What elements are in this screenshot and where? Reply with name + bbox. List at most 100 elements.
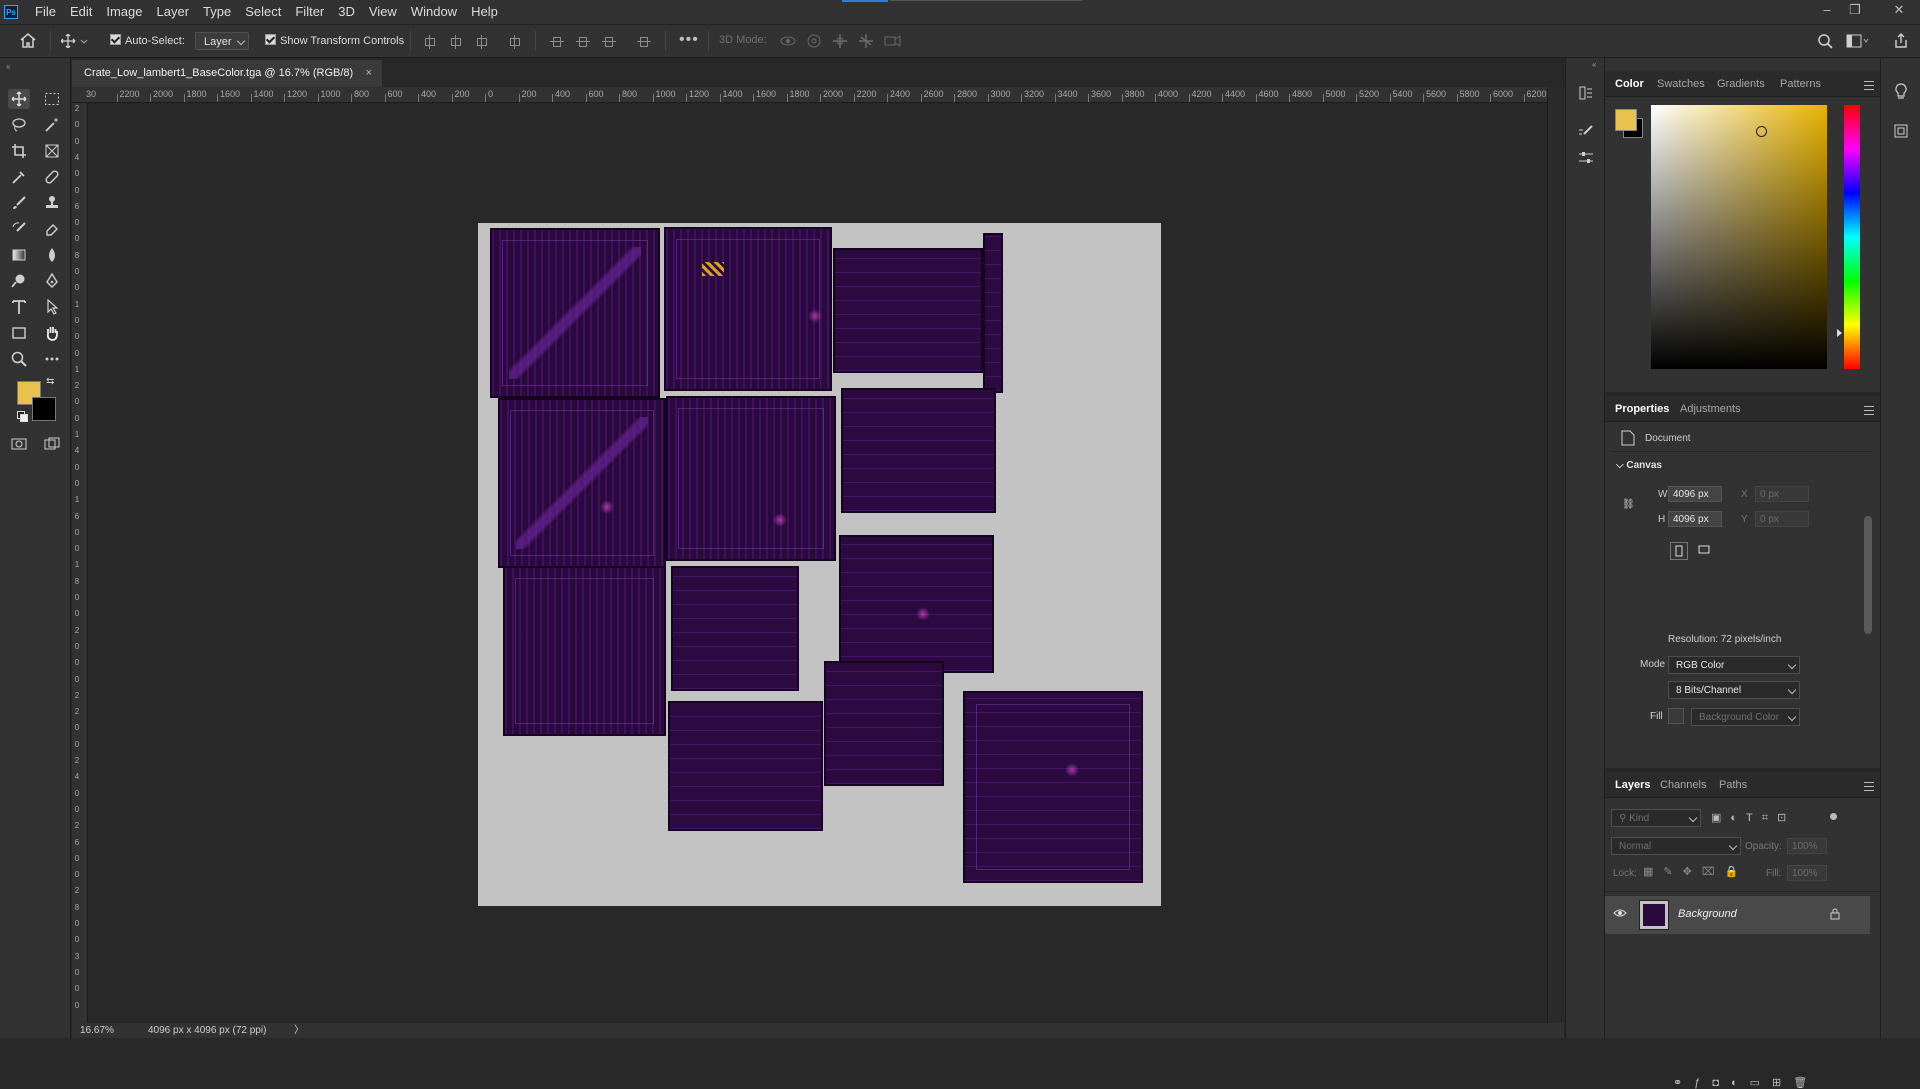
3d-orbit-icon[interactable] (780, 34, 796, 51)
menu-help[interactable]: Help (464, 0, 505, 24)
layer-actions-bar[interactable]: ⚭ƒ◘◐▭⊞🗑 (1673, 1076, 1819, 1089)
y-field[interactable]: 0 px (1755, 511, 1809, 527)
auto-select-target-dropdown[interactable]: Layer (195, 32, 249, 50)
healing-brush-tool-icon[interactable] (41, 167, 63, 187)
eyedropper-tool-icon[interactable] (8, 167, 30, 187)
home-icon[interactable] (20, 33, 36, 51)
fill-color-swatch[interactable] (1668, 708, 1684, 724)
search-icon[interactable] (1818, 34, 1833, 52)
document-canvas[interactable] (478, 223, 1161, 906)
menu-type[interactable]: Type (196, 0, 238, 24)
restore-button[interactable]: ❐ (1842, 0, 1868, 20)
quick-mask-icon[interactable] (8, 434, 30, 454)
panel-menu-icon[interactable] (1864, 406, 1874, 415)
marquee-tool-icon[interactable] (41, 89, 63, 109)
zoom-level[interactable]: 16.67% (80, 1023, 114, 1038)
swap-colors-icon[interactable]: ⇆ (46, 376, 54, 387)
libraries-icon[interactable] (1894, 123, 1908, 142)
crop-tool-icon[interactable] (8, 141, 30, 161)
layer-name[interactable]: Background (1678, 908, 1737, 920)
tab-color[interactable]: Color (1615, 71, 1644, 97)
panel-menu-icon[interactable] (1864, 782, 1874, 791)
default-colors-icon[interactable] (17, 411, 28, 422)
brush-settings-icon[interactable] (1578, 124, 1594, 143)
tab-layers[interactable]: Layers (1615, 772, 1650, 798)
layer-fill-field[interactable]: 100% (1787, 865, 1827, 881)
tab-channels[interactable]: Channels (1660, 772, 1706, 798)
align-top-icon[interactable] (550, 36, 564, 48)
x-field[interactable]: 0 px (1755, 486, 1809, 502)
menu-select[interactable]: Select (238, 0, 288, 24)
lock-icons[interactable]: ▦✎✥⌧🔒 (1643, 865, 1748, 878)
height-field[interactable]: 4096 px (1668, 511, 1722, 527)
hue-slider-handle[interactable] (1837, 329, 1842, 337)
frame-tool-icon[interactable] (41, 141, 63, 161)
properties-scrollbar[interactable] (1864, 516, 1872, 634)
portrait-orientation-button[interactable] (1670, 542, 1688, 560)
learn-icon[interactable] (1894, 83, 1908, 104)
panel-menu-icon[interactable] (1864, 81, 1874, 90)
type-tool-icon[interactable] (8, 297, 30, 317)
menu-view[interactable]: View (362, 0, 404, 24)
hue-slider[interactable] (1837, 105, 1860, 369)
layer-filter-icons[interactable]: ▣◐T⌗⊡ (1711, 811, 1795, 825)
dodge-tool-icon[interactable] (8, 271, 30, 291)
pen-tool-icon[interactable] (41, 271, 63, 291)
minimize-button[interactable]: – (1814, 0, 1840, 20)
workspace-icon[interactable] (1846, 34, 1870, 51)
bit-depth-dropdown[interactable]: 8 Bits/Channel (1668, 681, 1800, 699)
vertical-ruler[interactable]: 2 0 0 4 0 0 6 0 0 8 0 0 1 0 0 0 1 2 0 0 1 4 0 0 1 6 0 0 1 8 0 0 2 0 0 0 2 2 0 0… (72, 103, 88, 1023)
move-tool-icon[interactable] (8, 89, 30, 109)
more-options-icon[interactable]: ••• (679, 32, 699, 48)
menu-3d[interactable]: 3D (331, 0, 362, 24)
background-color-swatch[interactable] (32, 397, 56, 421)
link-dimensions-icon[interactable]: ⛓ (1622, 499, 1635, 510)
tab-paths[interactable]: Paths (1719, 772, 1747, 798)
tab-properties[interactable]: Properties (1615, 396, 1669, 422)
lasso-tool-icon[interactable] (8, 115, 30, 135)
color-picker-cursor[interactable] (1756, 126, 1767, 137)
color-field[interactable] (1651, 105, 1827, 369)
menu-layer[interactable]: Layer (150, 0, 197, 24)
menu-edit[interactable]: Edit (63, 0, 99, 24)
close-tab-button[interactable]: × (366, 60, 372, 87)
canvas-section-header[interactable]: ⌵ Canvas (1616, 460, 1662, 471)
color-panel-foreground-swatch[interactable] (1615, 109, 1637, 131)
menu-file[interactable]: File (28, 0, 63, 24)
align-bottom-icon[interactable] (602, 36, 616, 48)
distribute-horizontal-icon[interactable] (637, 36, 651, 48)
gradient-tool-icon[interactable] (8, 245, 30, 265)
collapse-toolbar-icon[interactable]: « (6, 62, 10, 71)
lock-icon[interactable] (1830, 908, 1840, 923)
tab-swatches[interactable]: Swatches (1657, 71, 1705, 97)
show-transform-checkbox[interactable]: Show Transform Controls (265, 34, 404, 47)
width-field[interactable]: 4096 px (1668, 486, 1722, 502)
menu-image[interactable]: Image (99, 0, 149, 24)
distribute-vertical-icon[interactable] (509, 35, 521, 49)
zoom-tool-icon[interactable] (8, 349, 30, 369)
layer-kind-filter[interactable]: ⚲ Kind (1611, 809, 1701, 827)
tab-patterns[interactable]: Patterns (1780, 71, 1821, 97)
close-window-button[interactable]: ✕ (1886, 0, 1912, 20)
path-selection-tool-icon[interactable] (41, 297, 63, 317)
align-right-icon[interactable] (476, 35, 488, 49)
clone-stamp-tool-icon[interactable] (41, 193, 63, 213)
menu-window[interactable]: Window (404, 0, 464, 24)
horizontal-ruler[interactable]: 30 2200 2000 1800 1600 1400 1200 1000 800 600 400 2… (86, 87, 1547, 103)
menu-filter[interactable]: Filter (288, 0, 331, 24)
layer-row[interactable]: Background (1605, 896, 1870, 934)
blur-tool-icon[interactable] (41, 245, 63, 265)
brush-tool-icon[interactable] (8, 193, 30, 213)
history-panel-icon[interactable] (1578, 85, 1594, 104)
auto-select-checkbox[interactable]: Auto-Select: (110, 34, 185, 47)
status-menu-arrow[interactable]: 〉 (294, 1023, 304, 1038)
expand-panels-icon[interactable]: « (1592, 60, 1596, 69)
share-icon[interactable] (1893, 33, 1909, 52)
eye-icon[interactable] (1613, 907, 1627, 922)
eraser-tool-icon[interactable] (41, 219, 63, 239)
align-horizontal-center-icon[interactable] (450, 35, 462, 49)
blend-mode-dropdown[interactable]: Normal (1611, 837, 1741, 855)
hand-tool-icon[interactable] (41, 323, 63, 343)
vertical-scrollbar[interactable] (1547, 87, 1565, 1023)
adjustments-sliders-icon[interactable] (1578, 150, 1594, 169)
